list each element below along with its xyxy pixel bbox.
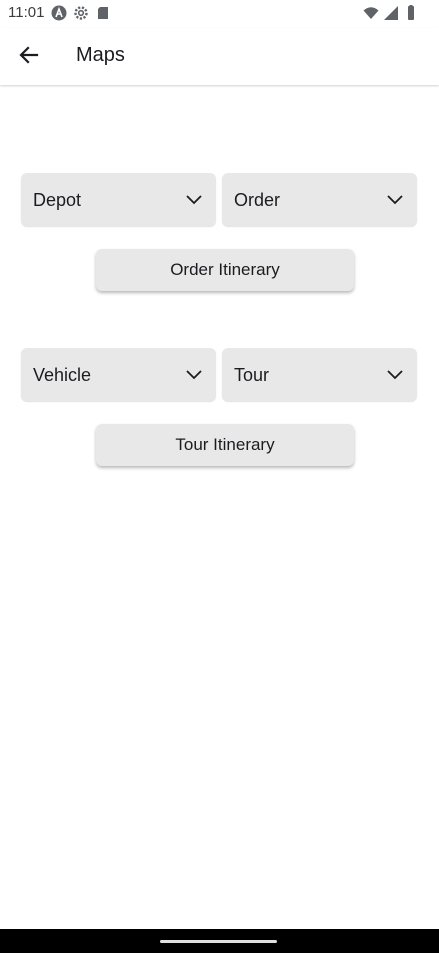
page-title: Maps — [76, 44, 125, 66]
back-button[interactable] — [11, 39, 47, 75]
app-screen: 11:01 Maps Depot Order Order Itinerary V… — [0, 0, 439, 953]
depot-dropdown[interactable]: Depot — [21, 173, 216, 226]
depot-dropdown-value: Depot — [33, 190, 82, 210]
tour-dropdown-value: Tour — [234, 365, 270, 385]
status-right-icons — [363, 5, 419, 21]
vehicle-dropdown[interactable]: Vehicle — [21, 348, 216, 401]
tour-itinerary-button[interactable]: Tour Itinerary — [96, 424, 354, 466]
order-itinerary-button[interactable]: Order Itinerary — [96, 249, 354, 291]
signal-icon — [383, 5, 399, 21]
status-time: 11:01 — [8, 4, 45, 21]
order-dropdown-value: Order — [234, 190, 281, 210]
app-bar: Maps — [0, 28, 439, 85]
vehicle-dropdown-value: Vehicle — [33, 365, 92, 385]
arrow-back-icon — [19, 45, 39, 70]
a-badge-icon — [51, 5, 67, 21]
status-left-icons — [51, 5, 111, 21]
battery-icon — [403, 5, 419, 21]
sd-card-icon — [95, 5, 111, 21]
settings-gear-icon — [73, 5, 89, 21]
tour-dropdown[interactable]: Tour — [222, 348, 417, 401]
home-indicator[interactable] — [160, 940, 277, 943]
status-bar: 11:01 — [0, 0, 439, 28]
wifi-icon — [363, 5, 379, 21]
system-nav-bar — [0, 929, 439, 953]
order-dropdown[interactable]: Order — [222, 173, 417, 226]
